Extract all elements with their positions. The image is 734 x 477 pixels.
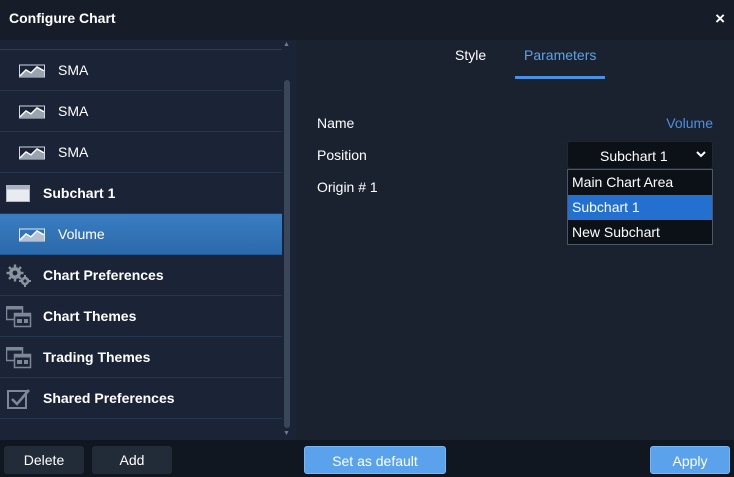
chevron-down-icon [696,151,706,158]
checkbox-icon [7,389,30,409]
line-chart-icon [19,228,45,242]
sidebar-item-label: Trading Themes [43,349,151,365]
themes-icon [6,347,32,369]
delete-button[interactable]: Delete [4,446,84,474]
sidebar-scrollbar[interactable] [284,80,290,428]
gears-icon [6,264,31,287]
sidebar-item-label: Chart Preferences [43,267,164,283]
option-new-subchart[interactable]: New Subchart [568,220,712,245]
sidebar-item-subchart-1[interactable]: Subchart 1 [0,173,282,214]
line-chart-icon [19,64,45,78]
option-main-chart-area[interactable]: Main Chart Area [568,170,712,195]
origin-label: Origin # 1 [317,179,378,195]
sidebar-item-label: SMA [58,103,89,119]
line-chart-icon [19,146,45,160]
sidebar-item-sma-3[interactable]: SMA [0,132,282,173]
tab-parameters[interactable]: Parameters [524,47,596,63]
window-title: Configure Chart [9,10,116,26]
sidebar-item-volume[interactable]: Volume [0,214,282,255]
option-subchart-1[interactable]: Subchart 1 [568,195,712,220]
themes-icon [6,306,32,328]
sidebar-item-trading-themes[interactable]: Trading Themes [0,337,282,378]
apply-button[interactable]: Apply [650,446,730,474]
add-button[interactable]: Add [92,446,172,474]
name-value: Volume [666,115,713,131]
set-as-default-button[interactable]: Set as default [304,446,446,474]
sidebar-item-shared-preferences[interactable]: Shared Preferences [0,378,282,419]
sidebar-item-sma-1[interactable]: SMA [0,50,282,91]
position-select[interactable]: Subchart 1 [567,141,713,169]
close-icon[interactable]: × [715,9,725,29]
sidebar-item-label: Shared Preferences [43,390,175,406]
scroll-down-icon[interactable]: ▼ [283,430,290,437]
name-label: Name [317,115,355,131]
tab-style[interactable]: Style [455,47,486,63]
line-chart-icon [19,105,45,119]
sidebar-item-chart-themes[interactable]: Chart Themes [0,296,282,337]
position-select-value: Subchart 1 [600,148,668,164]
sidebar-item-sma-2[interactable]: SMA [0,91,282,132]
scroll-up-icon[interactable]: ▲ [283,41,290,48]
footer-bar: Delete Add Set as default Apply [0,440,734,477]
sidebar-item-label: SMA [58,144,89,160]
sidebar-item-chart-preferences[interactable]: Chart Preferences [0,255,282,296]
sidebar: SMA SMA SMA Subchart 1 Volume Chart Pref… [0,40,296,440]
active-tab-indicator [515,76,605,79]
title-bar: Configure Chart × [0,0,734,40]
sidebar-item-label: Chart Themes [43,308,137,324]
position-dropdown-list: Main Chart Area Subchart 1 New Subchart [567,169,713,245]
sidebar-item-label: Volume [58,226,105,242]
position-label: Position [317,147,367,163]
sidebar-item-label: Subchart 1 [43,185,116,201]
window-icon [6,185,30,202]
sidebar-item-label: SMA [58,62,89,78]
